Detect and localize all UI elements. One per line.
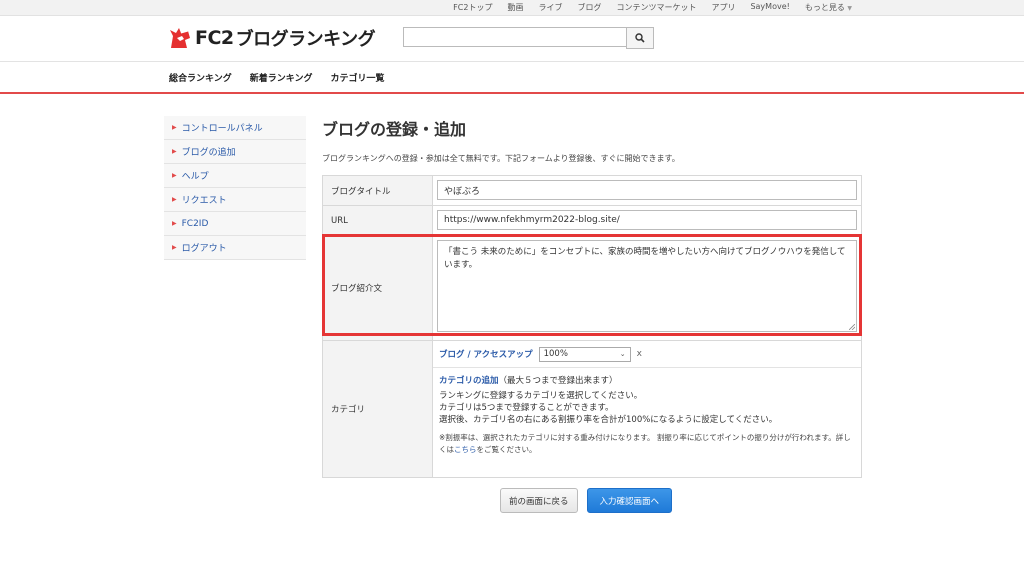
top-bar: FC2トップ 動画 ライブ ブログ コンテンツマーケット アプリ SayMove… [0, 0, 1024, 16]
sidebar-item-label: ブログの追加 [181, 148, 236, 158]
sidebar-item-label: ヘルプ [181, 172, 209, 182]
back-button[interactable]: 前の画面に戻る [500, 488, 578, 513]
form-row-blog-title: ブログタイトル やぼぶろ [323, 176, 861, 206]
form-row-intro: ブログ紹介文 「書こう 未来のために」をコンセプトに、家族の時間を増やしたい方へ… [323, 236, 861, 341]
blog-intro-textarea[interactable]: 「書こう 未来のために」をコンセプトに、家族の時間を増やしたい方へ向けてブログノ… [437, 240, 857, 332]
category-add-note: （最大５つまで登録出来ます） [498, 376, 618, 386]
sidebar-item-fc2id[interactable]: ▶ FC2ID [164, 212, 306, 236]
triangle-right-icon: ▶ [172, 220, 177, 227]
topnav-live[interactable]: ライブ [538, 2, 562, 13]
category-add-link[interactable]: カテゴリの追加 [439, 376, 499, 386]
chevron-down-icon: ▼ [847, 5, 852, 12]
page-description: ブログランキングへの登録・参加は全て無料です。下記フォームより登録後、すぐに開始… [322, 154, 680, 163]
topnav-more[interactable]: もっと見る ▼ [805, 2, 852, 13]
category-help-line-3: 選択後、カテゴリ名の右にある割振り率を合計が100%になるように設定してください… [439, 415, 778, 425]
search-input[interactable] [403, 27, 626, 47]
url-label: URL [323, 206, 433, 235]
top-nav: FC2トップ 動画 ライブ ブログ コンテンツマーケット アプリ SayMove… [453, 2, 852, 13]
sidebar-item-logout[interactable]: ▶ ログアウト [164, 236, 306, 260]
sidebar-item-request[interactable]: ▶ リクエスト [164, 188, 306, 212]
category-field: ブログ / アクセスアップ 100% ⌄ x カテゴリの追加（最大５つまで登録出… [433, 341, 861, 477]
search-button[interactable] [626, 27, 654, 49]
sidebar-item-label: リクエスト [181, 196, 227, 206]
sidebar-item-label: コントロールパネル [181, 124, 263, 134]
topnav-blog[interactable]: ブログ [577, 2, 601, 13]
ratio-note: ※割振率は、選択されたカテゴリに対する重み付けになります。 割振り率に応じてポイ… [439, 432, 853, 456]
nav-overall-ranking[interactable]: 総合ランキング [169, 71, 232, 84]
category-help-line-1: ランキングに登録するカテゴリを選択してください。 [439, 391, 643, 401]
sidebar-item-label: FC2ID [181, 218, 209, 229]
search-icon [635, 33, 645, 43]
site-logo[interactable]: FC2 ブログランキング [168, 25, 376, 51]
search-bar [403, 27, 654, 49]
form-row-category: カテゴリ ブログ / アクセスアップ 100% ⌄ x カテゴリの追加（最大５つ… [323, 341, 861, 478]
sidebar: ▶ コントロールパネル ▶ ブログの追加 ▶ ヘルプ ▶ リクエスト ▶ FC2ID ▶ ロ… [164, 116, 306, 260]
category-add-section: カテゴリの追加（最大５つまで登録出来ます） ランキングに登録するカテゴリを選択し… [433, 368, 861, 462]
form-buttons: 前の画面に戻る 入力確認画面へ [500, 488, 673, 513]
category-name-link[interactable]: ブログ / アクセスアップ [439, 348, 533, 360]
nav-new-ranking[interactable]: 新着ランキング [250, 71, 313, 84]
triangle-right-icon: ▶ [172, 244, 177, 251]
category-help-line-2: カテゴリは5つまで登録することができます。 [439, 403, 614, 413]
resize-handle-icon[interactable] [849, 324, 855, 330]
topnav-contents-market[interactable]: コンテンツマーケット [616, 2, 696, 13]
sidebar-item-add-blog[interactable]: ▶ ブログの追加 [164, 140, 306, 164]
topnav-video[interactable]: 動画 [507, 2, 523, 13]
blog-title-input[interactable]: やぼぶろ [437, 180, 857, 200]
sidebar-item-help[interactable]: ▶ ヘルプ [164, 164, 306, 188]
category-selected-row: ブログ / アクセスアップ 100% ⌄ x [433, 341, 861, 368]
page-title: ブログの登録・追加 [322, 120, 467, 139]
category-ratio-select[interactable]: 100% ⌄ [538, 346, 631, 362]
url-input[interactable]: https://www.nfekhmyrm2022-blog.site/ [437, 210, 857, 230]
topnav-app[interactable]: アプリ [711, 2, 735, 13]
category-ratio-value: 100% [543, 349, 568, 359]
sidebar-item-label: ログアウト [181, 244, 227, 254]
topnav-more-label: もっと見る [804, 3, 845, 12]
blog-title-label: ブログタイトル [323, 176, 433, 205]
blog-intro-label: ブログ紹介文 [323, 236, 433, 340]
nav-category-list[interactable]: カテゴリ一覧 [330, 71, 384, 84]
form-row-url: URL https://www.nfekhmyrm2022-blog.site/ [323, 206, 861, 236]
logo-ranking-text: ブログランキング [235, 29, 376, 50]
triangle-right-icon: ▶ [172, 148, 177, 155]
ratio-note-link[interactable]: こちら [454, 445, 477, 454]
registration-form: ブログタイトル やぼぶろ URL https://www.nfekhmyrm20… [322, 175, 862, 478]
category-label: カテゴリ [323, 341, 433, 477]
unicorn-logo-icon [170, 28, 190, 48]
site-header: FC2 ブログランキング [0, 16, 1024, 62]
triangle-right-icon: ▶ [172, 196, 177, 203]
global-nav: 総合ランキング 新着ランキング カテゴリ一覧 [0, 62, 1024, 94]
remove-category-button[interactable]: x [637, 349, 642, 359]
topnav-fc2top[interactable]: FC2トップ [453, 2, 492, 13]
triangle-right-icon: ▶ [172, 172, 177, 179]
ratio-note-end: をご覧ください。 [476, 445, 537, 454]
confirm-button[interactable]: 入力確認画面へ [586, 488, 673, 513]
topnav-saymove[interactable]: SayMove! [750, 2, 789, 13]
chevron-down-icon: ⌄ [619, 350, 626, 358]
sidebar-item-control-panel[interactable]: ▶ コントロールパネル [164, 116, 306, 140]
logo-fc2-text: FC2 [195, 27, 234, 49]
blog-intro-text: 「書こう 未来のために」をコンセプトに、家族の時間を増やしたい方へ向けてブログノ… [444, 247, 846, 270]
triangle-right-icon: ▶ [172, 124, 177, 131]
